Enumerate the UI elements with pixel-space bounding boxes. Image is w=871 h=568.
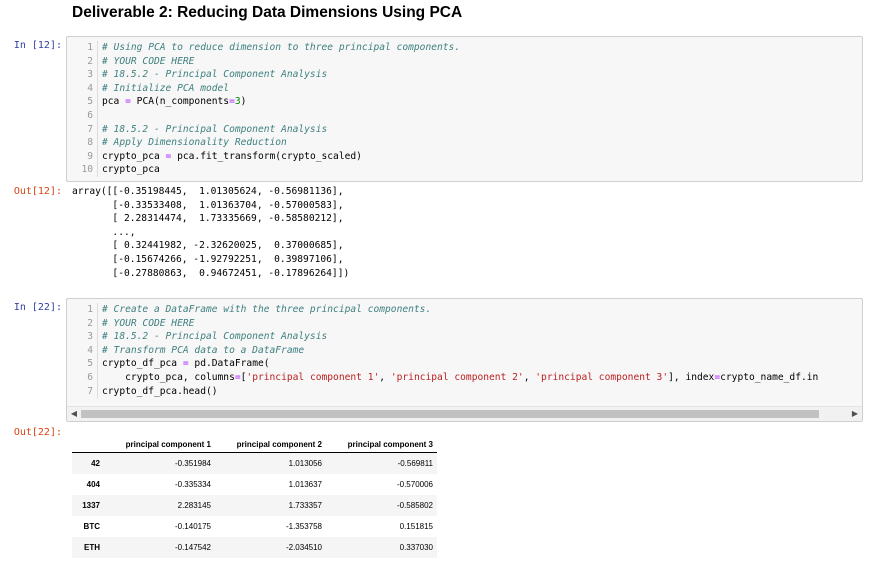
dataframe-table: principal component 1 principal componen… bbox=[72, 436, 437, 558]
table-cell: -0.351984 bbox=[174, 459, 211, 468]
code-text: # YOUR CODE HERE bbox=[102, 317, 195, 329]
row-index: BTC bbox=[83, 522, 100, 531]
cell2-code-line: 6 crypto_pca, columns=['principal compon… bbox=[67, 371, 818, 385]
code-text: # Initialize PCA model bbox=[102, 82, 230, 94]
code-text: crypto_pca, columns=['principal componen… bbox=[102, 372, 819, 383]
line-number: 10 bbox=[67, 163, 98, 177]
table-cell: -0.140175 bbox=[174, 522, 211, 531]
table-cell: -0.147542 bbox=[174, 543, 211, 552]
line-number: 8 bbox=[67, 136, 98, 150]
table-header-pc3: principal component 3 bbox=[326, 436, 437, 453]
cell1-code-line: 4 # Initialize PCA model bbox=[67, 81, 230, 96]
line-number: 4 bbox=[67, 343, 98, 358]
table-cell: -2.034510 bbox=[285, 543, 322, 552]
cell1-out-prompt: Out[12]: bbox=[13, 186, 62, 197]
line-number: 2 bbox=[67, 54, 98, 69]
line-number: 1 bbox=[67, 303, 98, 317]
output-line: array([[-0.35198445, 1.01305624, -0.5698… bbox=[72, 186, 344, 197]
output-line: [ 2.28314474, 1.73335669, -0.58580212], bbox=[72, 213, 344, 225]
code-text: # 18.5.2 - Principal Component Analysis bbox=[102, 331, 328, 343]
line-number: 1 bbox=[67, 41, 98, 55]
table-cell: -1.353758 bbox=[285, 522, 322, 531]
table-row: BTC -0.140175 -1.353758 0.151815 bbox=[72, 516, 437, 537]
cell1-code-editor[interactable]: 1 # Using PCA to reduce dimension to thre… bbox=[66, 36, 863, 182]
cell2-code-line: 4 # Transform PCA data to a DataFrame bbox=[67, 343, 305, 358]
table-header-pc2: principal component 2 bbox=[215, 436, 326, 453]
table-cell: 2.283145 bbox=[177, 501, 211, 510]
section-heading: Deliverable 2: Reducing Data Dimensions … bbox=[72, 4, 463, 21]
scroll-right-icon[interactable]: ▶ bbox=[848, 407, 862, 421]
table-cell: -0.585802 bbox=[396, 501, 433, 510]
output-line: [-0.33533408, 1.01363704, -0.57000583], bbox=[72, 199, 344, 211]
line-number: 5 bbox=[67, 357, 98, 371]
table-header-row: principal component 1 principal componen… bbox=[72, 436, 437, 453]
cell1-code-line: 7 # 18.5.2 - Principal Component Analysis bbox=[67, 122, 328, 137]
cell1-code-line: 3 # 18.5.2 - Principal Component Analysis bbox=[67, 68, 327, 82]
line-number: 2 bbox=[67, 316, 98, 331]
scroll-thumb[interactable] bbox=[81, 410, 819, 418]
code-text: # YOUR CODE HERE bbox=[102, 55, 195, 67]
code-text: crypto_pca = pca.fit_transform(crypto_sc… bbox=[102, 150, 362, 162]
row-index: 404 bbox=[86, 480, 100, 489]
table-row: 404 -0.335334 1.013637 -0.570006 bbox=[72, 474, 437, 495]
cell2-code-line: 1 # Create a DataFrame with the three pri… bbox=[67, 303, 431, 317]
row-index: 1337 bbox=[82, 501, 100, 510]
code-text: # 18.5.2 - Principal Component Analysis bbox=[102, 69, 328, 81]
horizontal-scrollbar[interactable]: ◀ ▶ bbox=[67, 406, 862, 421]
cell2-in-prompt: In [22]: bbox=[13, 302, 62, 313]
cell2-code-line: 2 # YOUR CODE HERE bbox=[67, 316, 195, 331]
cell1-in-prompt: In [12]: bbox=[13, 40, 62, 51]
table-cell: 1.013637 bbox=[288, 480, 322, 489]
output-line: [ 0.32441982, -2.32620025, 0.37000685], bbox=[72, 240, 344, 252]
scroll-left-icon[interactable]: ◀ bbox=[67, 407, 81, 421]
cell1-code-line: 5 pca = PCA(n_components=3) bbox=[67, 95, 246, 109]
cell2-out-prompt: Out[22]: bbox=[13, 427, 62, 438]
code-text: # Apply Dimensionality Reduction bbox=[102, 137, 287, 149]
table-row: ETH -0.147542 -2.034510 0.337030 bbox=[72, 537, 437, 558]
cell1-code-line: 6 bbox=[67, 109, 102, 123]
cell1-code-line: 1 # Using PCA to reduce dimension to thre… bbox=[67, 41, 460, 55]
table-cell: 0.337030 bbox=[399, 543, 433, 552]
output-line: [-0.15674266, -1.92792251, 0.39897106], bbox=[72, 254, 344, 265]
line-number: 3 bbox=[67, 68, 98, 82]
code-text: crypto_df_pca.head() bbox=[102, 385, 218, 397]
line-number: 3 bbox=[67, 330, 98, 344]
code-text: # Create a DataFrame with the three prin… bbox=[102, 304, 432, 315]
line-number: 5 bbox=[67, 95, 98, 109]
table-cell: -0.569811 bbox=[397, 459, 433, 468]
table-cell: 0.151815 bbox=[399, 522, 433, 531]
row-index: ETH bbox=[84, 543, 100, 552]
code-text: crypto_pca bbox=[102, 164, 160, 176]
line-number: 7 bbox=[67, 122, 98, 137]
cell2-code-editor[interactable]: 1 # Create a DataFrame with the three pri… bbox=[66, 298, 863, 422]
line-number: 6 bbox=[67, 109, 98, 123]
code-text: # 18.5.2 - Principal Component Analysis bbox=[102, 123, 328, 135]
table-header-pc1: principal component 1 bbox=[104, 436, 215, 453]
line-number: 7 bbox=[67, 384, 98, 399]
code-text: crypto_df_pca = pd.DataFrame( bbox=[102, 358, 270, 370]
table-cell: 1.013056 bbox=[288, 459, 322, 468]
table-row: 42 -0.351984 1.013056 -0.569811 bbox=[72, 452, 437, 474]
output-line: ..., bbox=[72, 226, 136, 238]
row-index: 42 bbox=[91, 459, 100, 468]
table-cell: 1.733357 bbox=[288, 501, 322, 510]
line-number: 6 bbox=[67, 371, 98, 385]
line-number: 9 bbox=[67, 149, 98, 164]
table-cell: -0.570006 bbox=[396, 480, 433, 489]
cell1-code-line: 2 # YOUR CODE HERE bbox=[67, 54, 195, 69]
line-number: 4 bbox=[67, 81, 98, 96]
code-text: # Transform PCA data to a DataFrame bbox=[102, 344, 305, 356]
table-cell: -0.335334 bbox=[174, 480, 211, 489]
cell2-code-line: 5 crypto_df_pca = pd.DataFrame( bbox=[67, 357, 270, 371]
code-text: pca = PCA(n_components=3) bbox=[102, 96, 247, 108]
cell1-code-line: 8 # Apply Dimensionality Reduction bbox=[67, 136, 287, 150]
cell1-code-line: 10 crypto_pca bbox=[67, 163, 160, 177]
cell2-code-line: 3 # 18.5.2 - Principal Component Analysis bbox=[67, 330, 327, 344]
table-header-index bbox=[72, 436, 104, 453]
table-row: 1337 2.283145 1.733357 -0.585802 bbox=[72, 495, 437, 516]
cell1-code-line: 9 crypto_pca = pca.fit_transform(crypto_s… bbox=[67, 149, 362, 164]
code-text: # Using PCA to reduce dimension to three… bbox=[102, 42, 461, 53]
cell2-code-line: 7 crypto_df_pca.head() bbox=[67, 384, 218, 399]
output-line: [-0.27880863, 0.94672451, -0.17896264]]) bbox=[72, 267, 350, 279]
